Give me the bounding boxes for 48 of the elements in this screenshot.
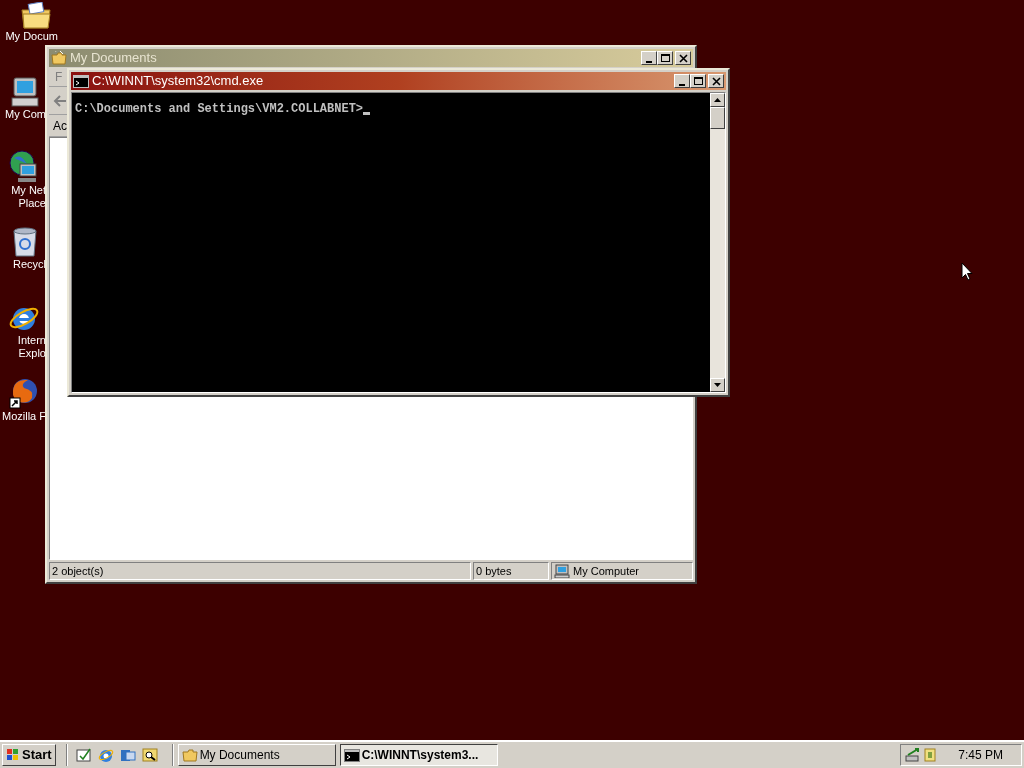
close-button[interactable] bbox=[675, 51, 691, 65]
window-title: C:\WINNT\system32\cmd.exe bbox=[92, 72, 264, 91]
console-prompt: C:\Documents and Settings\VM2.COLLABNET> bbox=[75, 102, 364, 116]
desktop-icon-label[interactable]: Intern bbox=[17, 334, 46, 347]
up-arrow-icon bbox=[714, 98, 721, 102]
minimize-button[interactable] bbox=[641, 51, 657, 65]
back-arrow-icon[interactable] bbox=[53, 93, 67, 108]
maximize-button[interactable] bbox=[657, 51, 673, 65]
console-icon bbox=[73, 74, 89, 88]
folder-icon bbox=[181, 748, 198, 762]
console-icon bbox=[343, 748, 360, 762]
minimize-button[interactable] bbox=[674, 74, 690, 88]
maximize-icon bbox=[659, 52, 671, 64]
cursor-icon bbox=[961, 262, 973, 281]
scroll-down-button[interactable] bbox=[710, 378, 725, 392]
status-bar-cell-text: My Computer bbox=[573, 563, 640, 579]
start-button[interactable]: Start bbox=[2, 744, 56, 766]
minimize-icon bbox=[646, 60, 652, 63]
flag-icon bbox=[6, 748, 20, 762]
close-icon bbox=[710, 75, 722, 87]
status-bar-cell: 0 bytes bbox=[473, 562, 549, 580]
status-bar-cell: 2 object(s) bbox=[49, 562, 471, 580]
maximize-icon bbox=[692, 75, 704, 87]
desktop-icon-label[interactable]: Recycl bbox=[13, 258, 46, 271]
scroll-bar[interactable] bbox=[710, 93, 725, 392]
down-arrow-icon bbox=[714, 383, 721, 387]
scroll-up-button[interactable] bbox=[710, 93, 725, 107]
clipboard-icon[interactable] bbox=[924, 748, 936, 762]
folder-icon bbox=[51, 51, 67, 65]
desktop-icon-label[interactable]: My Docum bbox=[5, 30, 58, 43]
taskbar-button[interactable]: My Documents bbox=[177, 744, 336, 766]
taskbar-button[interactable]: C:\WINNT\system3... bbox=[339, 744, 498, 766]
close-button[interactable] bbox=[708, 74, 724, 88]
desktop-icon-label[interactable]: Mozilla F bbox=[2, 410, 46, 423]
desktop-icon-label[interactable]: Place bbox=[18, 197, 46, 210]
clock: 7:45 PM bbox=[958, 747, 1003, 764]
scroll-thumb[interactable] bbox=[710, 107, 725, 129]
maximize-button[interactable] bbox=[690, 74, 706, 88]
search-icon[interactable] bbox=[141, 747, 158, 763]
desktop-icon-label[interactable]: My Net bbox=[11, 184, 46, 197]
computer-icon bbox=[554, 564, 570, 578]
text-cursor bbox=[363, 112, 371, 115]
desktop-icon-label[interactable]: My Com bbox=[5, 108, 46, 121]
desktop-icon-label[interactable]: Explo bbox=[18, 347, 46, 360]
window-title: My Documents bbox=[70, 49, 157, 68]
minimize-icon bbox=[679, 83, 685, 86]
close-icon bbox=[677, 52, 689, 64]
address-label: Ac bbox=[53, 117, 67, 135]
